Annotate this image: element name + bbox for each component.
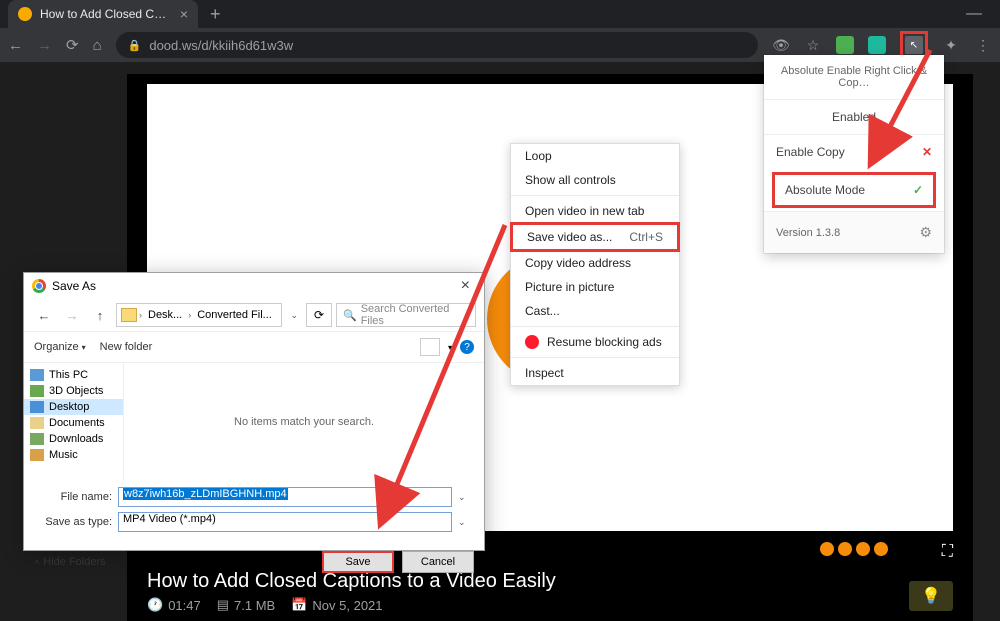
dialog-titlebar: Save As ×: [24, 273, 484, 299]
savetype-label: Save as type:: [34, 516, 112, 528]
back-button[interactable]: ←: [8, 37, 23, 54]
browser-tab[interactable]: How to Add Closed Captions to… ×: [8, 0, 198, 28]
date-meta: 📅 Nov 5, 2021: [291, 597, 382, 613]
ctx-resume-blocking[interactable]: Resume blocking ads: [511, 330, 679, 354]
ctx-open-new-tab[interactable]: Open video in new tab: [511, 199, 679, 223]
save-as-dialog: Save As × ← → ↑ › Desk... › Converted Fi…: [23, 272, 485, 551]
hide-folders-button[interactable]: ˄ Hide Folders: [34, 556, 106, 568]
extension-popup: Absolute Enable Right Click & Cop… Enabl…: [764, 55, 944, 253]
tree-downloads[interactable]: Downloads: [24, 431, 123, 447]
search-icon: 🔍: [343, 309, 357, 322]
ext-popup-header: Absolute Enable Right Click & Cop…: [764, 55, 944, 99]
lock-icon: 🔒: [128, 39, 142, 52]
menu-icon[interactable]: ⋮: [974, 36, 992, 54]
organize-button[interactable]: Organize ▾: [34, 341, 86, 353]
cancel-button[interactable]: Cancel: [402, 551, 474, 573]
nav-up-button[interactable]: ↑: [88, 304, 112, 326]
close-x-icon[interactable]: ✕: [922, 145, 932, 159]
tree-3d-objects[interactable]: 3D Objects: [24, 383, 123, 399]
refresh-button[interactable]: ⟳: [306, 303, 332, 327]
star-icon[interactable]: ☆: [804, 36, 822, 54]
filename-label: File name:: [34, 491, 112, 503]
duration-meta: 🕐 01:47: [147, 597, 201, 613]
forward-button[interactable]: →: [37, 37, 52, 54]
tab-close-icon[interactable]: ×: [180, 6, 188, 22]
view-icon[interactable]: [420, 338, 440, 356]
ext-popup-status: Enabled: [764, 99, 944, 135]
search-input[interactable]: 🔍 Search Converted Files: [336, 303, 476, 327]
savetype-dropdown-icon[interactable]: ⌄: [458, 517, 474, 528]
video-meta: 🕐 01:47 ▤ 7.1 MB 📅 Nov 5, 2021: [147, 597, 383, 613]
dialog-toolbar: Organize ▾ New folder ▾ ?: [24, 331, 484, 363]
reload-button[interactable]: ⟳: [66, 36, 79, 54]
browser-chrome: How to Add Closed Captions to… × + — ← →…: [0, 0, 1000, 62]
filename-dropdown-icon[interactable]: ⌄: [458, 492, 474, 503]
ext-enable-copy-row[interactable]: Enable Copy ✕: [764, 135, 944, 169]
nav-forward-button[interactable]: →: [60, 304, 84, 326]
fullscreen-icon[interactable]: ⛶: [942, 543, 953, 561]
file-list-empty: No items match your search.: [124, 363, 484, 481]
nav-back-button[interactable]: ←: [32, 304, 56, 326]
video-progress-dots: [820, 542, 888, 556]
ctx-save-video-highlight: Save video as... Ctrl+S: [510, 222, 680, 252]
ctx-loop[interactable]: Loop: [511, 144, 679, 168]
ext-popup-footer: Version 1.3.8 ⚙: [764, 211, 944, 253]
new-folder-button[interactable]: New folder: [100, 341, 153, 353]
tab-favicon-icon: [18, 7, 32, 21]
savetype-select[interactable]: MP4 Video (*.mp4): [118, 512, 452, 532]
tab-bar: How to Add Closed Captions to… × + —: [0, 0, 1000, 28]
url-bar[interactable]: 🔒 dood.ws/d/kkiih6d61w3w: [116, 32, 758, 58]
check-icon: ✓: [913, 183, 923, 197]
dialog-fields: File name: w8z7iwh16b_zLDmIBGHNH.mp4 ⌄ S…: [24, 481, 484, 543]
dialog-close-button[interactable]: ×: [455, 277, 476, 295]
dialog-bottom: ˄ Hide Folders Save Cancel: [24, 543, 484, 581]
folder-icon: [121, 308, 137, 322]
ctx-inspect[interactable]: Inspect: [511, 361, 679, 385]
dialog-nav: ← → ↑ › Desk... › Converted Fil... ⌄ ⟳ 🔍…: [24, 299, 484, 331]
tree-documents[interactable]: Documents: [24, 415, 123, 431]
extension-teal-icon[interactable]: [868, 36, 886, 54]
home-button[interactable]: ⌂: [93, 37, 102, 54]
dialog-title: Save As: [52, 279, 449, 293]
tree-this-pc[interactable]: This PC: [24, 367, 123, 383]
tab-title: How to Add Closed Captions to…: [40, 7, 172, 21]
save-button[interactable]: Save: [322, 551, 394, 573]
filename-input[interactable]: w8z7iwh16b_zLDmIBGHNH.mp4: [118, 487, 452, 507]
ctx-copy-address[interactable]: Copy video address: [511, 251, 679, 275]
new-tab-button[interactable]: +: [202, 4, 229, 25]
puzzle-icon[interactable]: ✦: [942, 36, 960, 54]
cursor-extension-icon[interactable]: ↖: [905, 36, 923, 54]
chrome-icon: [32, 279, 46, 293]
url-text: dood.ws/d/kkiih6d61w3w: [149, 38, 293, 53]
breadcrumb[interactable]: › Desk... › Converted Fil...: [116, 303, 282, 327]
gear-icon[interactable]: ⚙: [919, 224, 932, 241]
folder-tree: This PC 3D Objects Desktop Documents Dow…: [24, 363, 124, 481]
opera-icon: [525, 335, 539, 349]
tree-music[interactable]: Music: [24, 447, 123, 463]
extension-green-icon[interactable]: [836, 36, 854, 54]
ctx-pip[interactable]: Picture in picture: [511, 275, 679, 299]
video-timestamp: 1:45: [912, 506, 938, 521]
tree-desktop[interactable]: Desktop: [24, 399, 123, 415]
ctx-save-video[interactable]: Save video as... Ctrl+S: [513, 225, 677, 249]
ctx-show-controls[interactable]: Show all controls: [511, 168, 679, 192]
dialog-body: This PC 3D Objects Desktop Documents Dow…: [24, 363, 484, 481]
video-context-menu: Loop Show all controls Open video in new…: [510, 143, 680, 386]
eye-off-icon[interactable]: 👁: [772, 36, 790, 54]
size-meta: ▤ 7.1 MB: [217, 597, 275, 613]
ext-absolute-mode-highlight[interactable]: Absolute Mode ✓: [772, 172, 936, 208]
ctx-cast[interactable]: Cast...: [511, 299, 679, 323]
lightbulb-button[interactable]: 💡: [909, 581, 953, 611]
help-icon[interactable]: ?: [460, 340, 474, 354]
minimize-icon[interactable]: —: [966, 5, 982, 23]
